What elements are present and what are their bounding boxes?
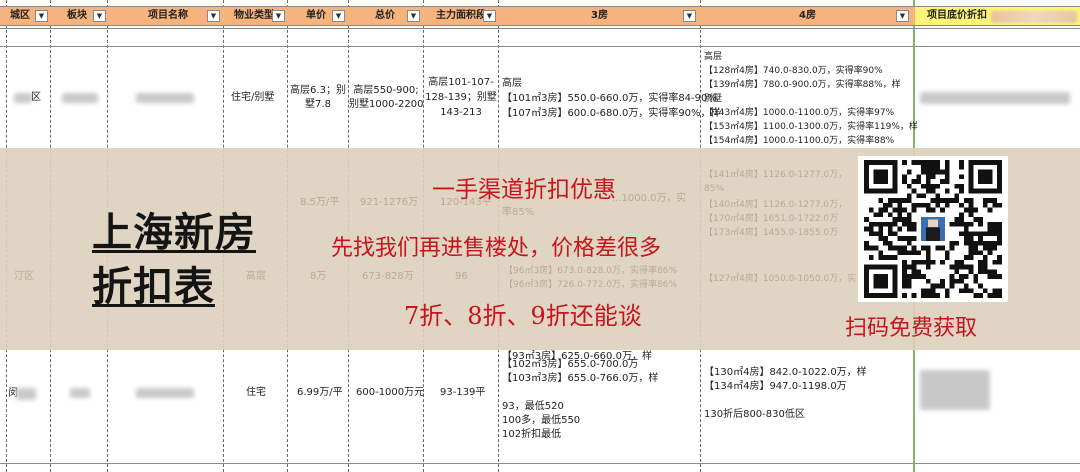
faint-cell: 实	[676, 193, 686, 204]
total-cell: 600-1000万元	[356, 387, 425, 398]
room4-line: 【139㎡4房】780.0-900.0万，实得率88%，样	[704, 80, 901, 90]
area-cell: 128-139；别墅	[425, 92, 497, 103]
room3-line: 93，最低520	[502, 401, 564, 412]
faint-cell: 【141㎡4房】1126.0-1277.0万，	[704, 170, 848, 180]
header-row: 城区 ▼ 板块 ▼ 项目名称 ▼ 物业类型 ▼ 单价 ▼ 总价 ▼ 主力面积段 …	[0, 6, 1080, 26]
faint-cell: 85%	[704, 184, 725, 194]
blurred-project-name	[136, 93, 194, 103]
faint-cell: 96	[455, 271, 468, 282]
faint-cell: ...1000.0万，	[612, 193, 677, 204]
type-cell: 住宅/别墅	[231, 92, 275, 103]
header-type[interactable]: 物业类型 ▼	[224, 7, 287, 25]
room4-line: 别墅	[704, 94, 723, 104]
faint-cell: 汀区	[14, 271, 34, 282]
room4-line: 【128㎡4房】740.0-830.0万，实得率90%	[704, 66, 883, 76]
unit-price-cell: 6.99万/平	[297, 387, 343, 398]
room3-line: 高层	[502, 78, 522, 89]
slogan-line3: 7折、8折、9折还能谈	[404, 302, 642, 330]
filter-dropdown-icon[interactable]: ▼	[483, 10, 496, 22]
row-border	[0, 463, 1080, 464]
room3-line: 102折扣最低	[502, 429, 562, 440]
type-cell: 住宅	[246, 387, 266, 398]
header-4room[interactable]: 4房 ▼	[701, 7, 913, 25]
filter-dropdown-icon[interactable]: ▼	[683, 10, 696, 22]
faint-cell: 【170㎡4房】1651.0-1722.0万	[704, 214, 839, 224]
room3-line: 【102㎡3房】655.0-700.0万	[502, 359, 639, 370]
total-cell: 高层550-900;	[353, 85, 419, 96]
room4-line: 【130㎡4房】842.0-1022.0万，样	[704, 367, 867, 378]
header-total[interactable]: 总价 ▼	[349, 7, 423, 25]
filter-dropdown-icon[interactable]: ▼	[896, 10, 909, 22]
spreadsheet: 城区 ▼ 板块 ▼ 项目名称 ▼ 物业类型 ▼ 单价 ▼ 总价 ▼ 主力面积段 …	[0, 0, 1080, 472]
district-cell: 区	[31, 92, 41, 103]
filter-dropdown-icon[interactable]: ▼	[207, 10, 220, 22]
header-unit-price[interactable]: 单价 ▼	[288, 7, 348, 25]
room4-line: 【153㎡4房】1100.0-1300.0万，实得率119%，样	[704, 122, 918, 132]
blurred-discount	[920, 92, 1070, 104]
room4-line: 高层	[704, 52, 723, 62]
filter-dropdown-icon[interactable]: ▼	[332, 10, 345, 22]
unit-price-cell: 墅7.8	[305, 99, 331, 110]
room3-line: 【107㎡3房】600.0-680.0万，实得率90%，样	[502, 108, 721, 119]
ad-title-line2: 折扣表	[92, 264, 215, 310]
faint-cell: 高层	[246, 271, 266, 282]
faint-cell: 921-1276万	[360, 197, 419, 208]
area-cell: 93-139平	[440, 387, 486, 398]
header-3room[interactable]: 3房 ▼	[499, 7, 700, 25]
faint-cell: 【96㎡3房】673.0-828.0万，实得率86%	[504, 266, 677, 276]
filter-dropdown-icon[interactable]: ▼	[272, 10, 285, 22]
filter-dropdown-icon[interactable]: ▼	[93, 10, 106, 22]
blurred-block	[62, 93, 98, 103]
total-cell: 别墅1000-2200	[349, 99, 424, 110]
faint-cell: 8.5万/平	[300, 197, 340, 208]
row-border	[0, 28, 1080, 29]
area-cell: 高层101-107-	[428, 77, 494, 88]
blurred-discount	[920, 370, 990, 410]
blurred-header-tail	[991, 11, 1077, 23]
room4-line: 【134㎡4房】947.0-1198.0万	[704, 381, 847, 392]
header-bottom-discount[interactable]: 项目底价折扣	[915, 7, 1080, 25]
faint-cell: 【127㎡4房】1050.0-1050.0万，实	[704, 274, 857, 284]
header-block[interactable]: 板块 ▼	[51, 7, 107, 25]
filter-dropdown-icon[interactable]: ▼	[407, 10, 420, 22]
qr-code-icon	[864, 160, 1002, 298]
slogan-line1: 一手渠道折扣优惠	[432, 177, 616, 203]
faint-cell: 率85%	[502, 207, 535, 218]
room3-line: 【101㎡3房】550.0-660.0万，实得率84-90%	[502, 93, 717, 104]
faint-cell: 8万	[310, 271, 327, 282]
header-district[interactable]: 城区 ▼	[6, 7, 50, 25]
ad-title-line1: 上海新房	[92, 210, 256, 256]
blurred-district	[14, 93, 32, 103]
scan-prompt: 扫码免费获取	[845, 316, 978, 341]
room3-line: 100多，最低550	[502, 415, 581, 426]
faint-cell: 【173㎡4房】1455.0-1855.0万	[704, 228, 839, 238]
header-main-area[interactable]: 主力面积段 ▼	[424, 7, 498, 25]
filter-dropdown-icon[interactable]: ▼	[35, 10, 48, 22]
row-border	[0, 46, 1080, 47]
faint-cell: 673-828万	[362, 271, 414, 282]
unit-price-cell: 高层6.3；别	[290, 85, 346, 96]
faint-cell: 【140㎡4房】1126.0-1277.0万，	[704, 200, 848, 210]
room4-line: 【154㎡4房】1000.0-1100.0万，实得率88%	[704, 136, 895, 146]
blurred-district	[16, 388, 36, 400]
slogan-line2: 先找我们再进售楼处，价格差很多	[331, 236, 662, 261]
faint-cell: 【96㎡3房】726.0-772.0万，实得率86%	[504, 280, 677, 290]
room3-line: 【103㎡3房】655.0-766.0万，样	[502, 373, 659, 384]
room4-line: 130折后800-830低区	[704, 409, 805, 420]
blurred-project-name	[136, 388, 194, 398]
blurred-block	[70, 388, 90, 398]
room4-line: 【143㎡4房】1000.0-1100.0万，实得率97%	[704, 108, 895, 118]
area-cell: 143-213	[440, 107, 482, 118]
header-project[interactable]: 项目名称 ▼	[108, 7, 223, 25]
qr-code[interactable]	[858, 156, 1008, 302]
